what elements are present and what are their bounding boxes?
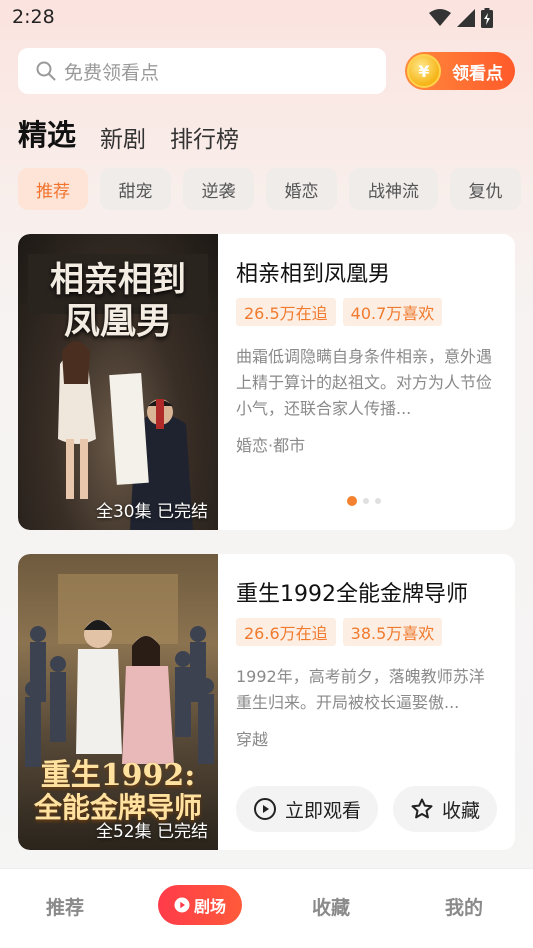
search-input[interactable]: 免费领看点 bbox=[18, 48, 386, 94]
drama-poster[interactable]: 重生1992: 全能金牌导师 全52集 已完结 bbox=[18, 554, 218, 850]
wifi-icon bbox=[429, 9, 451, 26]
status-time: 2:28 bbox=[12, 6, 55, 28]
chip-revenge[interactable]: 复仇 bbox=[450, 168, 521, 210]
favorite-label: 收藏 bbox=[441, 799, 480, 822]
drama-card[interactable]: 重生1992: 全能金牌导师 全52集 已完结 重生1992全能金牌导师 26.… bbox=[18, 554, 515, 850]
nav-theater[interactable]: 剧场 bbox=[158, 885, 242, 925]
claim-points-button[interactable]: ¥ 领看点 bbox=[405, 52, 515, 90]
chip-sweet[interactable]: 甜宠 bbox=[100, 168, 171, 210]
followers-tag: 26.5万在追 bbox=[236, 298, 336, 326]
drama-title[interactable]: 重生1992全能金牌导师 bbox=[236, 576, 468, 608]
episode-count: 全30集 已完结 bbox=[95, 502, 208, 522]
bottom-nav: 推荐 剧场 收藏 我的 bbox=[0, 868, 533, 948]
carousel-dot bbox=[375, 498, 381, 504]
carousel-dot-active bbox=[347, 496, 357, 506]
play-circle-icon bbox=[253, 798, 276, 820]
search-icon bbox=[36, 61, 56, 81]
chip-war-god[interactable]: 战神流 bbox=[349, 168, 438, 210]
carousel-indicator bbox=[347, 496, 381, 506]
watch-now-button[interactable]: 立即观看 bbox=[236, 786, 378, 832]
stats-tags: 26.6万在追 38.5万喜欢 bbox=[236, 618, 443, 646]
drama-poster[interactable]: 相亲相到 凤凰男 全30集 已完结 bbox=[18, 234, 218, 530]
tab-featured[interactable]: 精选 bbox=[18, 112, 76, 154]
likes-tag: 38.5万喜欢 bbox=[342, 618, 443, 646]
followers-tag: 26.6万在追 bbox=[236, 618, 336, 646]
status-icons bbox=[429, 8, 493, 28]
coin-icon: ¥ bbox=[407, 54, 441, 88]
star-icon bbox=[411, 798, 433, 819]
nav-theater-label: 剧场 bbox=[193, 897, 226, 916]
drama-title[interactable]: 相亲相到凤凰男 bbox=[236, 256, 390, 288]
favorite-button[interactable]: 收藏 bbox=[393, 786, 497, 832]
drama-genre: 穿越 bbox=[236, 730, 269, 749]
chip-recommend[interactable]: 推荐 bbox=[18, 168, 88, 210]
carousel-dot bbox=[363, 498, 369, 504]
search-placeholder: 免费领看点 bbox=[64, 61, 160, 84]
nav-recommend[interactable]: 推荐 bbox=[46, 893, 84, 920]
chip-romance[interactable]: 婚恋 bbox=[266, 168, 337, 210]
nav-mine[interactable]: 我的 bbox=[445, 893, 483, 920]
stats-tags: 26.5万在追 40.7万喜欢 bbox=[236, 298, 443, 326]
watch-now-label: 立即观看 bbox=[284, 799, 361, 822]
drama-card[interactable]: 相亲相到 凤凰男 全30集 已完结 相亲相到凤凰男 26.5万在追 40.7万喜… bbox=[18, 234, 515, 530]
status-bar: 2:28 bbox=[0, 0, 533, 36]
claim-points-label: 领看点 bbox=[452, 63, 503, 84]
tab-ranking[interactable]: 排行榜 bbox=[170, 120, 239, 154]
battery-icon bbox=[481, 8, 493, 28]
drama-genre: 婚恋·都市 bbox=[236, 436, 306, 455]
drama-description: 1992年，高考前夕，落魄教师苏洋重生归来。开局被校长逼娶傲... bbox=[236, 667, 485, 712]
likes-tag: 40.7万喜欢 bbox=[342, 298, 443, 326]
signal-icon bbox=[457, 9, 475, 27]
nav-favorites[interactable]: 收藏 bbox=[312, 893, 350, 920]
play-icon bbox=[174, 897, 190, 913]
tab-new[interactable]: 新剧 bbox=[100, 120, 146, 154]
poster-title-line2: 凤凰男 bbox=[63, 300, 172, 342]
drama-description: 曲霜低调隐瞒自身条件相亲，意外遇上精于算计的赵祖文。对方为人节俭小气，还联合家人… bbox=[236, 347, 493, 418]
category-chips: 推荐 甜宠 逆袭 婚恋 战神流 复仇 bbox=[18, 168, 521, 210]
chip-comeback[interactable]: 逆袭 bbox=[183, 168, 254, 210]
top-tabs: 精选 新剧 排行榜 bbox=[18, 112, 263, 154]
episode-count: 全52集 已完结 bbox=[95, 822, 208, 842]
